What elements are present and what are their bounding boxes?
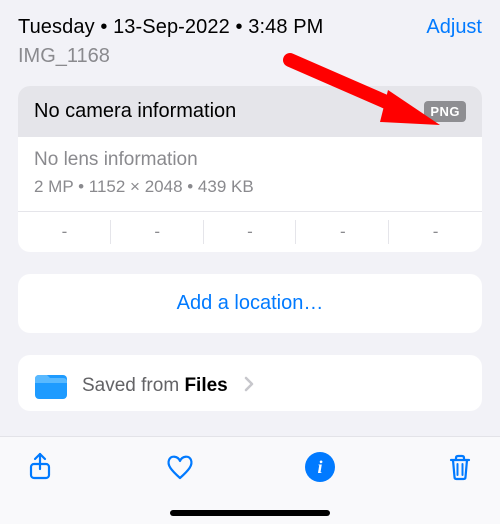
image-dimensions-text: 2 MP • 1152 × 2048 • 439 KB bbox=[18, 175, 482, 211]
file-format-badge: PNG bbox=[424, 101, 466, 122]
camera-info-text: No camera information bbox=[34, 100, 236, 123]
image-filename: IMG_1168 bbox=[18, 45, 323, 68]
heart-icon bbox=[165, 452, 195, 482]
info-button[interactable]: i bbox=[302, 449, 338, 485]
source-card[interactable]: Saved from Files bbox=[18, 355, 482, 411]
chevron-right-icon bbox=[244, 375, 254, 398]
trash-icon bbox=[445, 452, 475, 482]
favorite-button[interactable] bbox=[162, 449, 198, 485]
focal-cell: - bbox=[389, 212, 482, 252]
date-time-line: Tuesday • 13-Sep-2022 • 3:48 PM bbox=[18, 16, 323, 39]
info-icon: i bbox=[305, 452, 335, 482]
share-icon bbox=[25, 452, 55, 482]
lens-info-text: No lens information bbox=[18, 137, 482, 175]
add-location-button[interactable]: Add a location… bbox=[177, 292, 324, 315]
delete-button[interactable] bbox=[442, 449, 478, 485]
share-button[interactable] bbox=[22, 449, 58, 485]
adjust-button[interactable]: Adjust bbox=[426, 16, 482, 39]
focal-cell: - bbox=[204, 212, 297, 252]
focal-cell: - bbox=[296, 212, 389, 252]
saved-from-label: Saved from Files bbox=[82, 375, 228, 397]
files-app-icon bbox=[34, 369, 68, 403]
focal-cell: - bbox=[111, 212, 204, 252]
location-card: Add a location… bbox=[18, 274, 482, 333]
focal-cell: - bbox=[18, 212, 111, 252]
home-indicator bbox=[170, 510, 330, 516]
focal-row: - - - - - bbox=[18, 211, 482, 252]
metadata-card: No camera information PNG No lens inform… bbox=[18, 86, 482, 252]
